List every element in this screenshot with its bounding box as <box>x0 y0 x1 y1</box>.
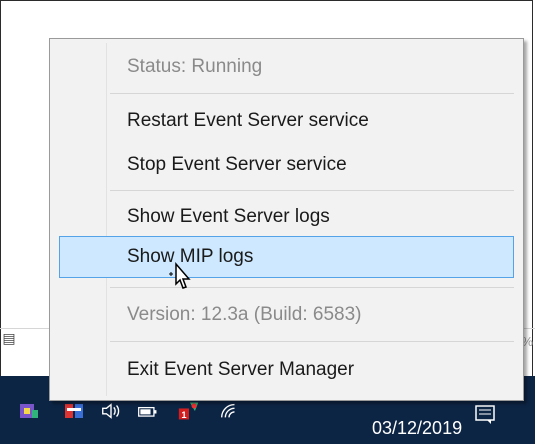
stop-service-item[interactable]: Stop Event Server service <box>127 154 347 176</box>
svg-text:1: 1 <box>181 410 186 420</box>
menu-separator <box>110 93 514 94</box>
alert-badge-icon[interactable]: 1 <box>178 400 200 422</box>
tray-context-menu: Status: Running Restart Event Server ser… <box>49 38 524 401</box>
network-tray-icon[interactable] <box>63 400 85 422</box>
exit-manager-item[interactable]: Exit Event Server Manager <box>127 359 354 381</box>
restart-service-item[interactable]: Restart Event Server service <box>127 110 369 132</box>
mouse-pointer-icon <box>168 261 192 296</box>
window-fragment-icon: ▤ <box>2 330 16 346</box>
status-label: Status: Running <box>127 56 263 77</box>
menu-separator <box>110 190 514 191</box>
notification-icon[interactable] <box>475 405 497 424</box>
menu-separator <box>110 341 514 342</box>
menu-gutter <box>106 43 107 396</box>
show-event-server-logs-item[interactable]: Show Event Server logs <box>127 206 330 228</box>
version-label: Version: 12.3a (Build: 6583) <box>127 304 362 325</box>
event-server-tray-icon[interactable] <box>18 400 40 422</box>
volume-icon[interactable] <box>100 400 122 422</box>
battery-icon[interactable] <box>137 400 159 422</box>
taskbar-date[interactable]: 03/12/2019 <box>372 418 462 439</box>
wifi-icon[interactable] <box>218 400 240 422</box>
